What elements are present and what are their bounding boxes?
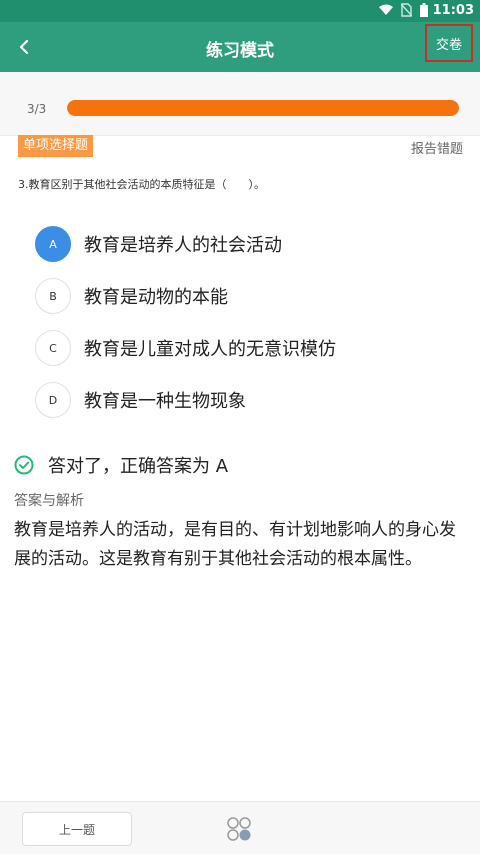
option-d[interactable]: D 教育是一种生物现象 — [35, 374, 455, 426]
option-text: 教育是动物的本能 — [84, 287, 228, 308]
status-bar: 11:03 — [0, 0, 480, 22]
progress-counter: 3/3 — [27, 102, 47, 116]
answer-sheet-button[interactable] — [226, 816, 252, 842]
option-letter: D — [35, 382, 71, 418]
option-letter: A — [35, 226, 71, 262]
wifi-icon — [379, 4, 393, 15]
status-time: 11:03 — [432, 3, 474, 18]
option-letter: C — [35, 330, 71, 366]
status-icons — [379, 3, 428, 17]
bottom-bar: 上一题 — [0, 801, 480, 854]
previous-question-button[interactable]: 上一题 — [22, 812, 132, 846]
progress-section: 3/3 — [0, 72, 480, 136]
app-header: 练习模式 交卷 — [0, 22, 480, 72]
option-text: 教育是儿童对成人的无意识模仿 — [84, 339, 336, 360]
analysis-heading: 答案与解析 — [14, 493, 84, 509]
battery-icon — [420, 3, 428, 17]
answer-result: 答对了，正确答案为 A — [14, 452, 228, 478]
report-error-link[interactable]: 报告错题 — [411, 138, 463, 157]
option-b[interactable]: B 教育是动物的本能 — [35, 270, 455, 322]
option-c[interactable]: C 教育是儿童对成人的无意识模仿 — [35, 322, 455, 374]
progress-bar-fill — [67, 100, 459, 116]
analysis-text: 教育是培养人的活动，是有目的、有计划地影响人的身心发展的活动。这是教育有别于其他… — [14, 520, 456, 569]
submit-exam-button[interactable]: 交卷 — [425, 24, 473, 62]
question-type-badge: 单项选择题 — [18, 135, 94, 157]
question-text: 3.教育区别于其他社会活动的本质特征是（ ）。 — [18, 178, 265, 191]
option-text: 教育是培养人的社会活动 — [84, 235, 282, 256]
result-text: 答对了，正确答案为 A — [48, 456, 229, 477]
option-text: 教育是一种生物现象 — [84, 391, 246, 412]
options-list: A 教育是培养人的社会活动 B 教育是动物的本能 C 教育是儿童对成人的无意识模… — [35, 218, 455, 426]
progress-bar — [67, 100, 459, 116]
check-circle-icon — [14, 455, 34, 475]
no-sim-icon — [401, 3, 412, 17]
option-letter: B — [35, 278, 71, 314]
option-a[interactable]: A 教育是培养人的社会活动 — [35, 218, 455, 270]
answer-sheet-icon — [227, 817, 251, 841]
page-title: 练习模式 — [206, 41, 274, 61]
